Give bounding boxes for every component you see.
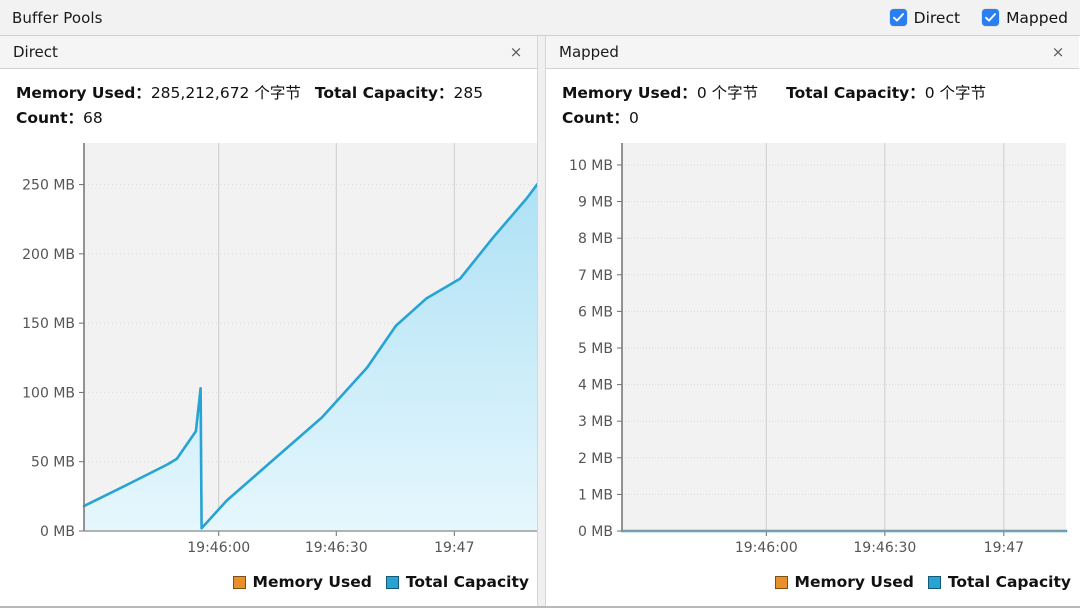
close-icon[interactable]: × (1050, 44, 1066, 60)
panel-direct-stats: Memory Used：285,212,672 个字节 Total Capacit… (0, 69, 537, 135)
svg-text:19:46:30: 19:46:30 (305, 540, 368, 556)
svg-text:19:47: 19:47 (434, 540, 474, 556)
panel-mapped-header: Mapped × (546, 36, 1079, 69)
chart-mapped[interactable]: 0 MB 1 MB 2 MB 3 MB 4 MB 5 MB 6 MB 7 MB 8 MB 9 MB… (546, 135, 1079, 597)
legend-swatch-total-capacity (927, 575, 941, 589)
stats-line-2: Count：0 (562, 106, 1079, 131)
memory-used-label: Memory Used： (562, 84, 697, 102)
checkbox-direct[interactable]: Direct (889, 8, 961, 27)
legend-item-memory-used: Memory Used (774, 573, 914, 592)
svg-text:4 MB: 4 MB (578, 378, 613, 394)
count-value: 0 (629, 109, 639, 128)
svg-text:150 MB: 150 MB (22, 316, 75, 332)
count-label: Count： (16, 109, 84, 128)
memory-used-label: Memory Used： (16, 84, 151, 102)
svg-text:19:46:30: 19:46:30 (853, 540, 916, 556)
chart-mapped-svg: 0 MB 1 MB 2 MB 3 MB 4 MB 5 MB 6 MB 7 MB 8 MB 9 MB… (569, 143, 1068, 556)
checkbox-direct-label: Direct (913, 8, 961, 27)
svg-text:1 MB: 1 MB (578, 488, 613, 504)
page-title: Buffer Pools (12, 8, 103, 27)
chart-mapped-legend: Memory Used Total Capacity (774, 573, 1071, 592)
svg-text:5 MB: 5 MB (578, 341, 613, 357)
svg-text:2 MB: 2 MB (578, 451, 613, 467)
check-icon (985, 13, 997, 22)
panel-direct: Direct × Memory Used：285,212,672 个字节 Tota… (0, 36, 537, 606)
stats-line-1: Memory Used：0 个字节 Total Capacity：0 个字节 (562, 81, 1079, 106)
pool-filter-checkboxes: Direct Mapped (889, 8, 1080, 27)
stats-line-1: Memory Used：285,212,672 个字节 Total Capacit… (16, 81, 537, 106)
svg-text:19:46:00: 19:46:00 (735, 540, 798, 556)
svg-text:200 MB: 200 MB (22, 247, 75, 263)
check-icon (892, 13, 904, 22)
checkbox-direct-box[interactable] (889, 9, 907, 26)
svg-text:100 MB: 100 MB (22, 386, 75, 402)
legend-label-total-capacity: Total Capacity (405, 573, 529, 592)
svg-text:6 MB: 6 MB (578, 305, 613, 321)
svg-text:3 MB: 3 MB (578, 414, 613, 430)
chart-direct-legend: Memory Used Total Capacity (232, 573, 529, 592)
svg-text:0 MB: 0 MB (578, 524, 613, 540)
svg-text:19:46:00: 19:46:00 (187, 540, 250, 556)
close-icon[interactable]: × (508, 44, 524, 60)
legend-label-memory-used: Memory Used (252, 573, 372, 592)
svg-text:8 MB: 8 MB (578, 231, 613, 247)
panel-direct-title: Direct (13, 43, 58, 61)
legend-swatch-total-capacity (385, 575, 399, 589)
chart-direct[interactable]: 0 MB 50 MB 100 MB 150 MB 200 MB 250 MB 19:46:0… (0, 135, 537, 597)
stats-line-2: Count：68 (16, 106, 537, 131)
total-capacity-value: 285 (453, 84, 484, 102)
pane-splitter[interactable] (537, 36, 546, 606)
legend-swatch-memory-used (774, 575, 788, 589)
legend-item-total-capacity: Total Capacity (385, 573, 529, 592)
total-capacity-value: 0 个字节 (924, 84, 987, 102)
panel-mapped: Mapped × Memory Used：0 个字节 Total Capacity… (546, 36, 1079, 606)
panel-mapped-title: Mapped (559, 43, 619, 61)
buffer-pools-window: Buffer Pools Direct Mapped Direct × Memo… (0, 0, 1080, 608)
svg-text:250 MB: 250 MB (22, 178, 75, 194)
legend-swatch-memory-used (232, 575, 246, 589)
total-capacity-label: Total Capacity： (786, 84, 925, 102)
svg-text:19:47: 19:47 (984, 540, 1024, 556)
svg-text:0 MB: 0 MB (40, 524, 75, 540)
memory-used-value: 285,212,672 个字节 (150, 84, 301, 102)
svg-text:50 MB: 50 MB (31, 455, 75, 471)
legend-item-memory-used: Memory Used (232, 573, 372, 592)
legend-label-memory-used: Memory Used (794, 573, 914, 592)
checkbox-mapped[interactable]: Mapped (982, 9, 1068, 27)
window-titlebar: Buffer Pools Direct Mapped (0, 0, 1080, 36)
memory-used-value: 0 个字节 (696, 84, 759, 102)
panel-mapped-stats: Memory Used：0 个字节 Total Capacity：0 个字节 Co… (546, 69, 1079, 135)
count-value: 68 (83, 109, 103, 128)
legend-label-total-capacity: Total Capacity (947, 573, 1071, 592)
checkbox-mapped-label: Mapped (1006, 8, 1068, 27)
checkbox-mapped-box[interactable] (982, 9, 1000, 26)
svg-text:9 MB: 9 MB (578, 195, 613, 211)
svg-text:10 MB: 10 MB (569, 158, 613, 174)
panel-direct-header: Direct × (0, 36, 537, 69)
count-label: Count： (562, 109, 630, 128)
chart-panes: Direct × Memory Used：285,212,672 个字节 Tota… (0, 36, 1080, 606)
total-capacity-label: Total Capacity： (314, 84, 454, 102)
chart-direct-svg: 0 MB 50 MB 100 MB 150 MB 200 MB 250 MB 19:46:0… (22, 143, 537, 556)
svg-text:7 MB: 7 MB (578, 268, 613, 284)
legend-item-total-capacity: Total Capacity (927, 573, 1071, 592)
